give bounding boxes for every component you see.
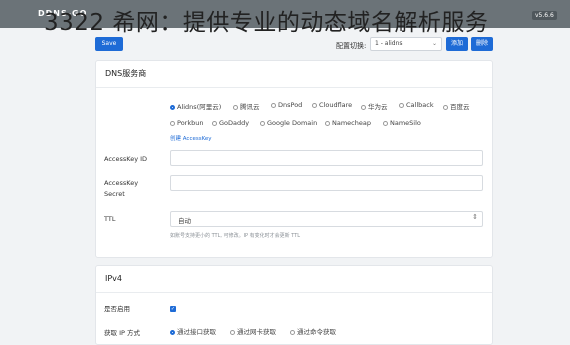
dns-card-title: DNS服务商 xyxy=(96,61,492,88)
config-select-value: 1 - alidns xyxy=(375,40,403,47)
version-badge: v5.6.6 xyxy=(532,11,557,20)
ipv4-method-radio-cmd[interactable]: 通过命令获取 xyxy=(290,326,336,336)
radio-icon xyxy=(443,105,448,110)
ipv4-enable-label: 是否启用 xyxy=(104,305,130,313)
radio-selected-icon xyxy=(170,105,175,110)
accesskey-secret-input[interactable] xyxy=(170,175,483,191)
provider-radio-alidns[interactable]: Alidns(阿里云) xyxy=(170,101,221,111)
ttl-help-text: 如账号支持更小的 TTL, 可修改。IP 有变化时才会更新 TTL xyxy=(170,233,301,239)
chevron-down-icon: ⌄ xyxy=(431,40,437,47)
accesskey-secret-label-1: AccessKey xyxy=(104,179,139,187)
provider-radio-dnspod[interactable]: DnsPod xyxy=(271,101,302,109)
radio-icon xyxy=(230,330,235,335)
radio-icon xyxy=(290,330,295,335)
accesskey-id-input[interactable] xyxy=(170,150,483,166)
provider-radio-cloudflare[interactable]: Cloudflare xyxy=(312,101,352,109)
provider-radio-godaddy[interactable]: GoDaddy xyxy=(212,119,249,127)
radio-icon xyxy=(271,103,276,108)
ipv4-card-title: IPv4 xyxy=(96,266,492,293)
chevron-updown-icon: ⇕ xyxy=(472,213,478,221)
config-select[interactable]: 1 - alidns ⌄ xyxy=(370,37,442,51)
provider-radio-namesilo[interactable]: NameSilo xyxy=(383,119,421,127)
provider-radio-huawei[interactable]: 华为云 xyxy=(361,101,388,111)
radio-selected-icon xyxy=(170,330,175,335)
create-accesskey-link[interactable]: 创建 AccessKey xyxy=(170,134,212,142)
ttl-select[interactable]: 自动 ⇕ xyxy=(170,211,483,227)
ipv4-method-label: 获取 IP 方式 xyxy=(104,329,140,337)
ipv4-enable-checkbox[interactable]: ✓ xyxy=(170,306,176,312)
provider-radio-namecheap[interactable]: Namecheap xyxy=(325,119,371,127)
config-switch-label: 配置切换: xyxy=(336,42,367,50)
ipv4-method-radio-api[interactable]: 通过接口获取 xyxy=(170,326,216,336)
radio-icon xyxy=(312,103,317,108)
provider-radio-baidu[interactable]: 百度云 xyxy=(443,101,470,111)
radio-icon xyxy=(212,121,217,126)
radio-icon xyxy=(361,105,366,110)
watermark-title: 3322 希网：提供专业的动态域名解析服务 xyxy=(44,10,489,36)
radio-icon xyxy=(260,121,265,126)
radio-icon xyxy=(383,121,388,126)
radio-icon xyxy=(233,105,238,110)
save-button[interactable]: Save xyxy=(95,37,123,51)
ipv4-method-radio-nic[interactable]: 通过网卡获取 xyxy=(230,326,276,336)
provider-radio-callback[interactable]: Callback xyxy=(399,101,434,109)
accesskey-id-label: AccessKey ID xyxy=(104,155,148,163)
radio-icon xyxy=(170,121,175,126)
provider-radio-tencent[interactable]: 腾讯云 xyxy=(233,101,260,111)
radio-icon xyxy=(399,103,404,108)
add-config-button[interactable]: 添加 xyxy=(446,37,468,51)
provider-radio-google-domain[interactable]: Google Domain xyxy=(260,119,317,127)
delete-config-button[interactable]: 删除 xyxy=(471,37,493,51)
accesskey-secret-label-2: Secret xyxy=(104,190,125,198)
ttl-select-value: 自动 xyxy=(178,217,191,225)
radio-icon xyxy=(325,121,330,126)
provider-radio-porkbun[interactable]: Porkbun xyxy=(170,119,203,127)
ttl-label: TTL xyxy=(104,215,116,223)
